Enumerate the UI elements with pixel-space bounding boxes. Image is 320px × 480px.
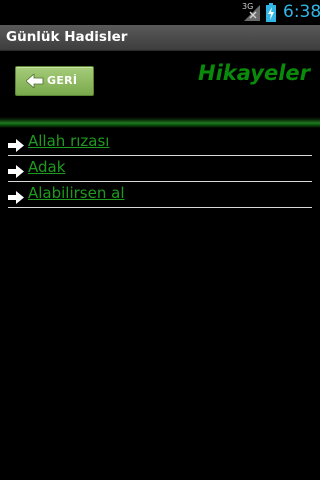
app-screen: 3G 6:38 Günlük Hadisler GERİ Hikayeler A… [0, 0, 320, 480]
right-arrow-icon [8, 189, 24, 208]
list-item-label[interactable]: Adak [28, 158, 65, 176]
back-button-label: GERİ [47, 74, 78, 87]
right-arrow-icon [8, 163, 24, 182]
list-item[interactable]: Allah rızası [8, 130, 312, 156]
list-item-label[interactable]: Allah rızası [28, 132, 109, 150]
app-title: Günlük Hadisler [6, 29, 128, 45]
header-divider [0, 117, 320, 128]
network-indicator: 3G [242, 2, 260, 22]
list-item[interactable]: Adak [8, 156, 312, 182]
app-title-bar: Günlük Hadisler [0, 25, 320, 51]
signal-strength-icon [244, 5, 260, 21]
section-title: Hikayeler [198, 61, 310, 85]
list-item[interactable]: Alabilirsen al [8, 182, 312, 208]
back-button[interactable]: GERİ [15, 66, 94, 96]
story-list: Allah rızası Adak Alabilirsen al [8, 130, 312, 208]
status-clock: 6:38 [283, 2, 320, 22]
status-bar: 3G 6:38 [0, 0, 320, 25]
left-arrow-icon [25, 73, 44, 92]
list-item-label[interactable]: Alabilirsen al [28, 184, 125, 202]
right-arrow-icon [8, 137, 24, 156]
battery-charging-icon [266, 3, 276, 22]
